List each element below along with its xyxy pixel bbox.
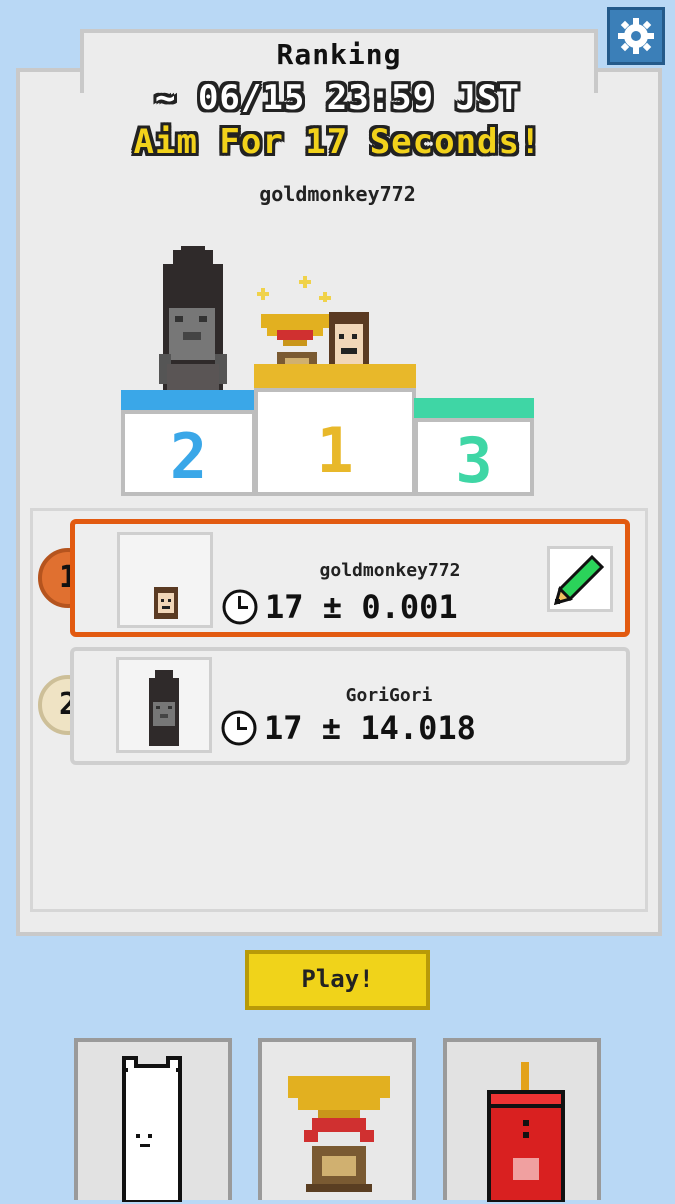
- play-button[interactable]: Play!: [245, 950, 430, 1010]
- avatar: [117, 532, 213, 628]
- settings-button[interactable]: [607, 7, 665, 65]
- goal-text: Aim For 17 Seconds!: [133, 122, 542, 162]
- player-name: GoriGori: [345, 685, 433, 706]
- gear-icon: [618, 18, 654, 54]
- page-title: Ranking: [276, 38, 402, 71]
- clock-icon: [222, 589, 258, 625]
- first-podium-label: 1: [316, 414, 354, 487]
- score-text: 17 ± 14.018: [264, 709, 476, 747]
- cat-character-icon: [122, 1056, 182, 1202]
- leader-name: goldmonkey772: [259, 182, 416, 206]
- tab-shop[interactable]: [443, 1038, 601, 1202]
- gorilla-character-icon: [159, 246, 227, 398]
- target-value: 17: [265, 588, 304, 626]
- juice-can-icon: [487, 1062, 565, 1202]
- difference-value: 0.001: [361, 588, 458, 626]
- player-name: goldmonkey772: [319, 560, 461, 581]
- monkey-avatar-icon: [154, 587, 178, 619]
- second-podium: 2: [121, 410, 256, 496]
- third-podium-label: 3: [455, 424, 493, 497]
- trophy-icon: [288, 1076, 390, 1192]
- second-podium-top: [121, 390, 256, 412]
- tab-character[interactable]: [74, 1038, 232, 1202]
- score-text: 17 ± 0.001: [265, 588, 458, 626]
- plus-minus: ±: [321, 709, 342, 747]
- ranking-row-2[interactable]: GoriGori 17 ± 14.018: [70, 647, 630, 765]
- third-podium-top: [414, 398, 534, 420]
- tab-ranking[interactable]: [258, 1038, 416, 1200]
- pencil-icon: [554, 554, 605, 605]
- edit-name-button[interactable]: [547, 546, 613, 612]
- ranking-row-1[interactable]: goldmonkey772 17 ± 0.001: [70, 519, 630, 637]
- second-podium-label: 2: [169, 420, 208, 493]
- target-value: 17: [264, 709, 303, 747]
- gorilla-avatar-icon: [149, 670, 179, 746]
- difference-value: 14.018: [360, 709, 476, 747]
- third-podium: 3: [414, 418, 534, 497]
- avatar: [116, 657, 212, 753]
- plus-minus: ±: [322, 588, 343, 626]
- deadline-text: ~ 06/15 23:59 JST: [155, 78, 520, 118]
- first-podium-top: [254, 364, 416, 390]
- first-podium: 1: [254, 388, 416, 496]
- clock-icon: [221, 710, 257, 746]
